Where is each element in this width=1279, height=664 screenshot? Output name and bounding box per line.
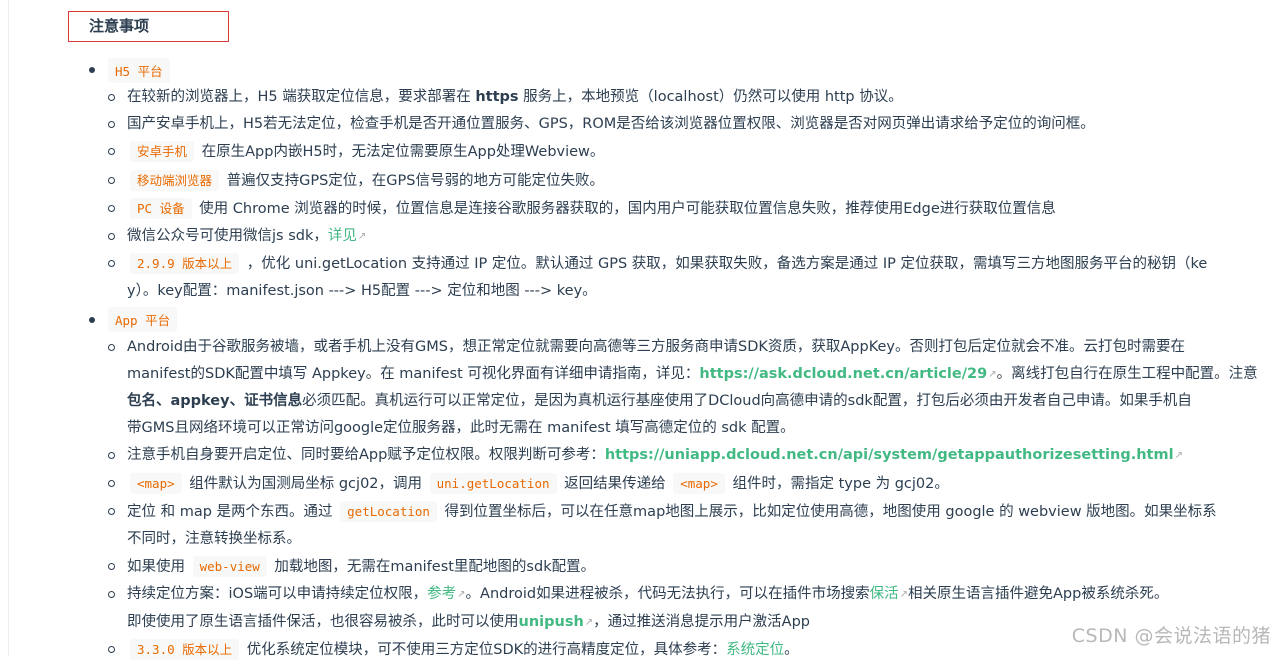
- bullet-circle: [108, 233, 115, 241]
- tag-app-platform: App 平台: [108, 307, 178, 333]
- list-item-domestic: 国产安卓手机上，H5若无法定位，检查手机是否开通位置服务、GPS，ROM是否给该…: [0, 111, 1279, 138]
- bullet-circle: [108, 260, 115, 268]
- tag-web-view: web-view: [192, 556, 267, 578]
- bullet-circle: [108, 121, 115, 129]
- list-item-pc-device: PC 设备 使用 Chrome 浏览器的时候，位置信息是连接谷歌服务器获取的，国…: [0, 195, 1279, 223]
- list-item-https: 在较新的浏览器上，H5 端获取定位信息，要求部署在 https 服务上，本地预览…: [0, 84, 1279, 111]
- csdn-watermark: CSDN @会说法语的猪: [1071, 625, 1271, 647]
- ask-dcloud-article-link[interactable]: https://ask.dcloud.net.cn/article/29: [699, 366, 987, 382]
- bullet-circle: [108, 479, 115, 487]
- bullet-circle: [108, 204, 115, 212]
- list-item-permission: 注意手机自身要开启定位、同时要给App赋予定位权限。权限判断可参考：https:…: [0, 442, 1279, 469]
- bullet-circle: [108, 591, 115, 599]
- ios-reference-link[interactable]: 参考: [427, 586, 456, 602]
- external-link-icon: ↗: [357, 231, 367, 243]
- bullet-dot: [89, 67, 95, 73]
- external-link-icon: ↗: [899, 589, 908, 601]
- keepalive-link[interactable]: 保活: [870, 586, 899, 602]
- wechat-detail-link[interactable]: 详见: [328, 228, 357, 244]
- bullet-circle: [108, 176, 115, 184]
- bullet-circle: [108, 507, 115, 515]
- bullet-circle: [108, 94, 115, 101]
- bullet-circle: [108, 148, 115, 156]
- unipush-link[interactable]: unipush: [519, 614, 584, 630]
- bullet-circle: [108, 452, 115, 460]
- external-link-icon: ↗: [988, 368, 997, 380]
- external-link-icon: ↗: [457, 589, 466, 601]
- tag-version-330: 3.3.0 版本以上: [130, 638, 240, 660]
- tag-h5-platform: H5 平台: [108, 57, 170, 83]
- tag-mobile-browser: 移动端浏览器: [130, 169, 220, 191]
- list-item-h5: H5 平台: [0, 56, 1279, 84]
- system-location-link[interactable]: 系统定位: [726, 642, 784, 658]
- list-item-v299: 2.9.9 版本以上 ，优化 uni.getLocation 支持通过 IP 定…: [0, 250, 1279, 305]
- external-link-icon: ↗: [1174, 450, 1183, 462]
- bullet-dot: [89, 316, 95, 323]
- authorize-setting-link[interactable]: https://uniapp.dcloud.net.cn/api/system/…: [605, 447, 1174, 463]
- list-item-wechat: 微信公众号可使用微信js sdk，详见↗: [0, 223, 1279, 250]
- tag-pc-device: PC 设备: [130, 197, 192, 219]
- tag-getlocation: getLocation: [340, 500, 437, 522]
- tag-uni-getlocation: uni.getLocation: [429, 472, 557, 494]
- tag-map-component: <map>: [673, 472, 725, 494]
- tag-android-phone: 安卓手机: [130, 141, 195, 163]
- bullet-circle: [108, 343, 115, 351]
- tag-version-299: 2.9.9 版本以上: [130, 253, 240, 275]
- notes-content: H5 平台 在较新的浏览器上，H5 端获取定位信息，要求部署在 https 服务…: [0, 56, 1279, 664]
- section-title: 注意事项: [68, 11, 229, 42]
- list-item-mobile-browser: 移动端浏览器 普遍仅支持GPS定位，在GPS信号弱的地方可能定位失败。: [0, 167, 1279, 195]
- list-item-gms: Android由于谷歌服务被墙，或者手机上没有GMS，想正常定位就需要向高德等三…: [0, 334, 1279, 443]
- list-item-webview: 如果使用 web-view 加载地图，无需在manifest里配地图的sdk配置…: [0, 553, 1279, 581]
- bullet-circle: [108, 563, 115, 571]
- tag-map-component: <map>: [130, 472, 182, 494]
- list-item-two-things: 定位 和 map 是两个东西。通过 getLocation 得到位置坐标后，可以…: [0, 498, 1279, 553]
- list-item-coords: <map> 组件默认为国测局坐标 gcj02，调用 uni.getLocatio…: [0, 470, 1279, 498]
- external-link-icon: ↗: [584, 616, 594, 628]
- list-item-app: App 平台: [0, 306, 1279, 334]
- list-item-android-phone: 安卓手机 在原生App内嵌H5时，无法定位需要原生App处理Webview。: [0, 138, 1279, 166]
- bullet-circle: [108, 645, 115, 653]
